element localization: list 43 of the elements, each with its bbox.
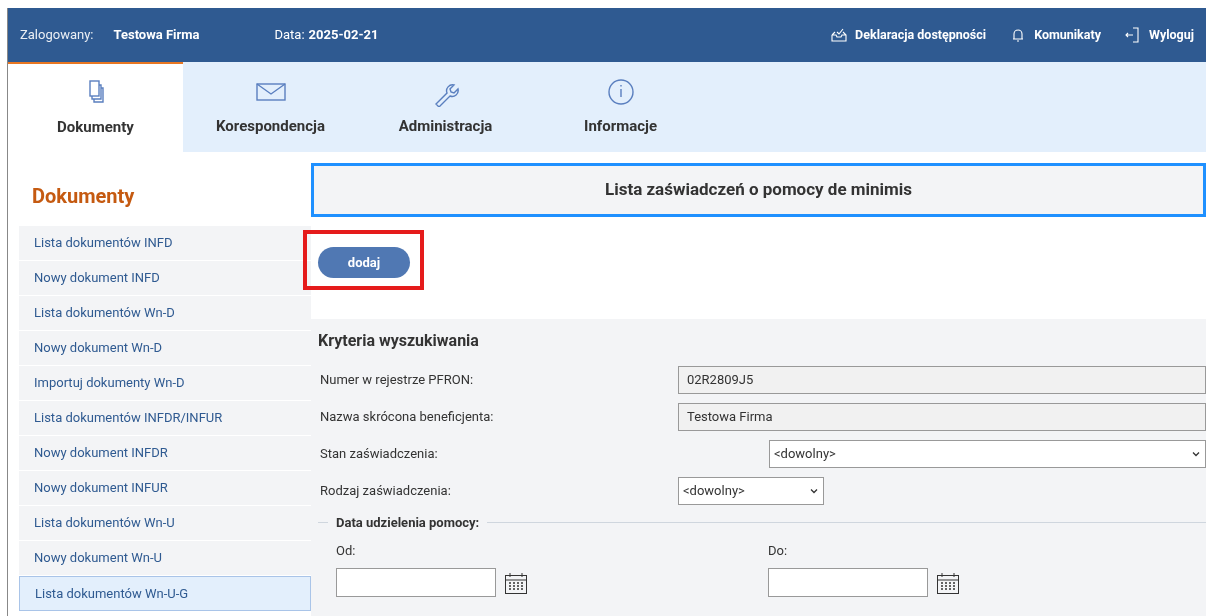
sidebar-item[interactable]: Nowy dokument Wn-D bbox=[19, 331, 311, 366]
sidebar-item[interactable]: Nowy dokument INFUR bbox=[19, 471, 311, 506]
date-field[interactable] bbox=[336, 568, 496, 597]
calendar-icon[interactable] bbox=[504, 570, 528, 595]
sidebar-item[interactable]: Lista dokumentów INFDR/INFUR bbox=[19, 401, 311, 436]
header-link[interactable]: Deklaracja dostępności bbox=[831, 25, 987, 45]
user-name: Testowa Firma bbox=[113, 26, 200, 45]
page-title: Lista zaświadczeń o pomocy de minimis bbox=[604, 178, 913, 202]
date-group-legend: Data udzielenia pomocy: bbox=[336, 513, 480, 533]
logout-icon bbox=[1125, 27, 1141, 43]
user-label: Zalogowany: bbox=[20, 26, 94, 45]
date-label: Od: bbox=[336, 541, 357, 560]
inbox-check-icon bbox=[831, 27, 848, 43]
sidebar-title: Dokumenty bbox=[31, 183, 136, 210]
sidebar-item[interactable]: Lista dokumentów Wn-D bbox=[19, 296, 311, 331]
sidebar-item[interactable]: Lista dokumentów Wn-U-G bbox=[19, 576, 311, 611]
criteria-title: Kryteria wyszukiwania bbox=[318, 330, 480, 352]
field-label: Stan zaświadczenia: bbox=[319, 444, 439, 463]
date-label: Data: bbox=[274, 26, 305, 45]
calendar-icon[interactable] bbox=[936, 570, 960, 595]
field-label: Nazwa skrócona beneficjenta: bbox=[319, 407, 495, 426]
nav-tab[interactable]: Informacje bbox=[533, 62, 708, 152]
field-label: Rodzaj zaświadczenia: bbox=[319, 481, 452, 500]
text-field[interactable]: Testowa Firma bbox=[678, 402, 1206, 431]
add-button[interactable]: dodaj bbox=[318, 247, 410, 278]
sidebar-item[interactable]: Nowy dokument INFDR bbox=[19, 436, 311, 471]
sidebar-item[interactable]: Nowy dokument INFD bbox=[19, 261, 311, 296]
date-value: 2025-02-21 bbox=[308, 26, 379, 45]
date-label: Do: bbox=[768, 541, 789, 560]
sidebar-item[interactable]: Importuj dokumenty Wn-D bbox=[19, 366, 311, 401]
header-link[interactable]: Komunikaty bbox=[1010, 25, 1101, 45]
select-field[interactable]: <dowolny> bbox=[678, 476, 824, 505]
sidebar-item[interactable]: Lista dokumentów Wn-U bbox=[19, 506, 311, 541]
select-field[interactable]: <dowolny> bbox=[769, 439, 1206, 468]
nav-tab[interactable]: Administracja bbox=[358, 62, 533, 152]
nav-tab[interactable]: Korespondencja bbox=[183, 62, 358, 152]
text-field[interactable]: 02R2809J5 bbox=[678, 365, 1206, 394]
header-link[interactable]: Wyloguj bbox=[1125, 25, 1194, 45]
nav-tab[interactable]: Dokumenty bbox=[8, 62, 183, 152]
sidebar-item[interactable]: Nowy dokument Wn-U bbox=[19, 541, 311, 576]
date-field[interactable] bbox=[768, 568, 928, 597]
sidebar-item[interactable]: Lista dokumentów INFD bbox=[19, 226, 311, 261]
field-label: Numer w rejestrze PFRON: bbox=[319, 370, 475, 389]
